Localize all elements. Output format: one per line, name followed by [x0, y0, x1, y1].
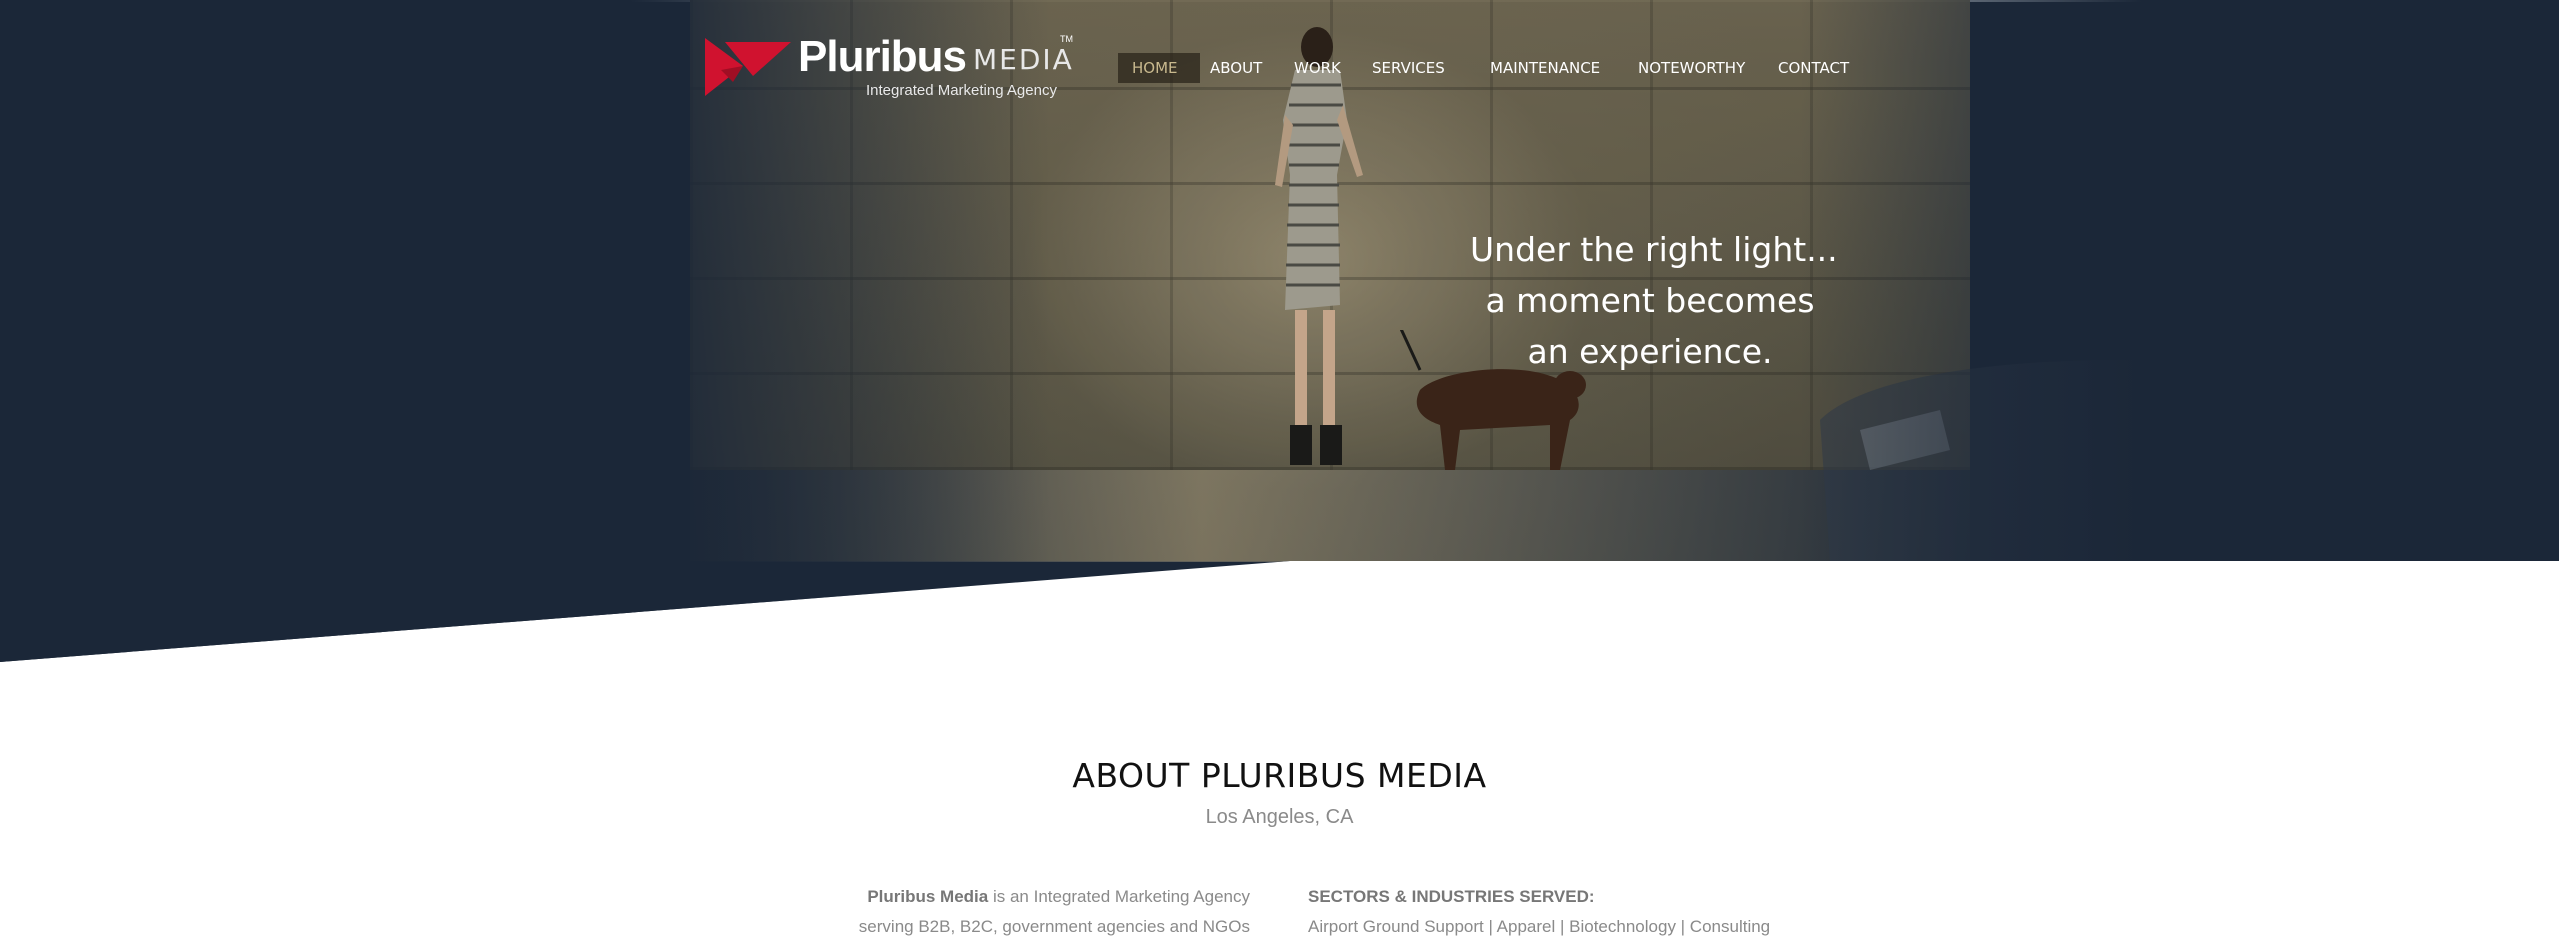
nav-work[interactable]: WORK: [1280, 53, 1355, 83]
nav-noteworthy[interactable]: NOTEWORTHY: [1624, 53, 1759, 83]
logo-wordmark: Pluribus: [798, 32, 967, 81]
hero-fade-right: [1800, 0, 2559, 662]
logo-tagline: Integrated Marketing Agency: [866, 82, 1057, 99]
nav-about[interactable]: ABOUT: [1196, 53, 1276, 83]
hero-tagline: Under the right light... a moment become…: [1470, 224, 1838, 377]
logo-flag-icon: [705, 38, 791, 96]
about-intro-line-2: serving B2B, B2C, government agencies an…: [858, 917, 1250, 936]
hero-tagline-line-1: Under the right light...: [1470, 230, 1838, 269]
hero-banner: [0, 0, 2559, 662]
about-location: Los Angeles, CA: [1205, 806, 1354, 828]
sectors-heading: SECTORS & INDUSTRIES SERVED:: [1308, 887, 1595, 906]
logo-media-text: MEDIA: [973, 43, 1074, 76]
sectors-list: Airport Ground Support | Apparel | Biote…: [1308, 917, 1771, 936]
about-intro-line-1: Pluribus Media is an Integrated Marketin…: [830, 882, 1250, 912]
about-heading: ABOUT PLURIBUS MEDIA: [1072, 756, 1487, 795]
logo-trademark: TM: [1060, 34, 1073, 44]
hero-tagline-line-2: a moment becomes: [1485, 281, 1815, 320]
brand-logo[interactable]: Pluribus MEDIA TM Integrated Marketing A…: [703, 30, 1083, 105]
about-intro: Pluribus Media is an Integrated Marketin…: [830, 882, 1250, 942]
nav-services[interactable]: SERVICES: [1358, 53, 1459, 83]
hero-tagline-line-3: an experience.: [1527, 332, 1773, 371]
nav-maintenance[interactable]: MAINTENANCE: [1476, 53, 1614, 83]
about-intro-rest: is an Integrated Marketing Agency: [988, 887, 1250, 906]
nav-contact[interactable]: CONTACT: [1764, 53, 1863, 83]
about-intro-brand: Pluribus Media: [867, 887, 989, 906]
hero-photo-woman: [1275, 27, 1363, 465]
nav-home[interactable]: HOME: [1118, 53, 1200, 83]
sectors-block: SECTORS & INDUSTRIES SERVED: Airport Gro…: [1308, 882, 1828, 942]
